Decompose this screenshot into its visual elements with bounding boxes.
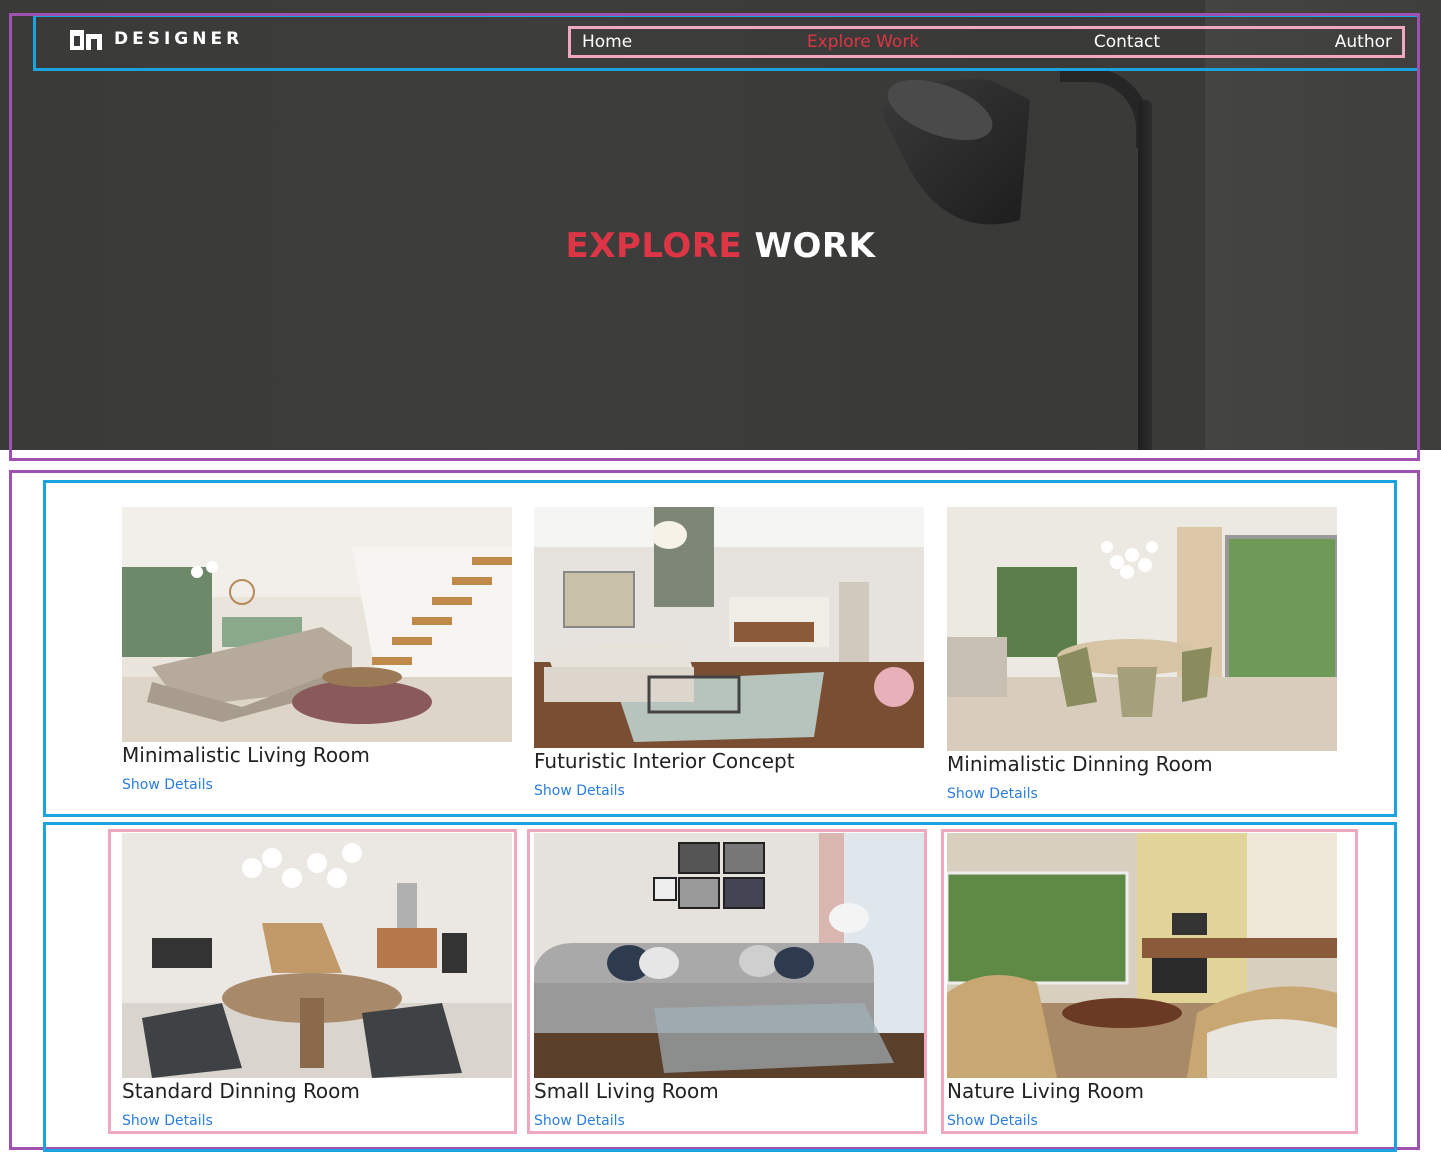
project-image[interactable] (947, 507, 1337, 751)
project-card-3[interactable]: Minimalistic Dinning Room Show Details (947, 507, 1337, 807)
show-details-link[interactable]: Show Details (947, 786, 1038, 802)
page-title-accent: EXPLORE (565, 226, 743, 266)
project-title: Small Living Room (534, 1079, 719, 1103)
dm-logo-icon (70, 28, 104, 50)
project-title: Minimalistic Dinning Room (947, 752, 1213, 776)
nav-link-explore-work[interactable]: Explore Work (807, 32, 919, 52)
show-details-link[interactable]: Show Details (947, 1113, 1038, 1129)
project-image[interactable] (122, 833, 512, 1078)
nav-links: Home Explore Work Contact Author (568, 26, 1405, 58)
show-details-link[interactable]: Show Details (534, 783, 625, 799)
project-card-2[interactable]: Futuristic Interior Concept Show Details (534, 507, 924, 807)
navbar: DESIGNER Home Explore Work Contact Autho… (33, 14, 1420, 71)
nav-link-home[interactable]: Home (582, 32, 632, 52)
project-card-4[interactable]: Standard Dinning Room Show Details (122, 833, 512, 1133)
page-title-rest: WORK (754, 226, 876, 266)
project-card-6[interactable]: Nature Living Room Show Details (947, 833, 1337, 1133)
project-image[interactable] (122, 507, 512, 742)
lamp-pole-decoration (1138, 100, 1152, 450)
show-details-link[interactable]: Show Details (534, 1113, 625, 1129)
project-title: Standard Dinning Room (122, 1079, 360, 1103)
nav-link-contact[interactable]: Contact (1094, 32, 1160, 52)
lamp-shade-decoration (880, 79, 1030, 225)
project-image[interactable] (947, 833, 1337, 1078)
nav-link-author[interactable]: Author (1335, 32, 1392, 52)
project-card-5[interactable]: Small Living Room Show Details (534, 833, 924, 1133)
project-title: Futuristic Interior Concept (534, 749, 795, 773)
project-image[interactable] (534, 507, 924, 748)
brand-logo[interactable]: DESIGNER (70, 28, 243, 50)
hero-section: DESIGNER Home Explore Work Contact Autho… (0, 0, 1441, 450)
show-details-link[interactable]: Show Details (122, 1113, 213, 1129)
page-title: EXPLORE WORK (0, 226, 1441, 266)
project-image[interactable] (534, 833, 924, 1078)
show-details-link[interactable]: Show Details (122, 777, 213, 793)
project-title: Nature Living Room (947, 1079, 1144, 1103)
project-card-1[interactable]: Minimalistic Living Room Show Details (122, 507, 512, 807)
lamp-arm-decoration (1060, 68, 1150, 148)
brand-name: DESIGNER (114, 29, 244, 49)
project-title: Minimalistic Living Room (122, 743, 370, 767)
